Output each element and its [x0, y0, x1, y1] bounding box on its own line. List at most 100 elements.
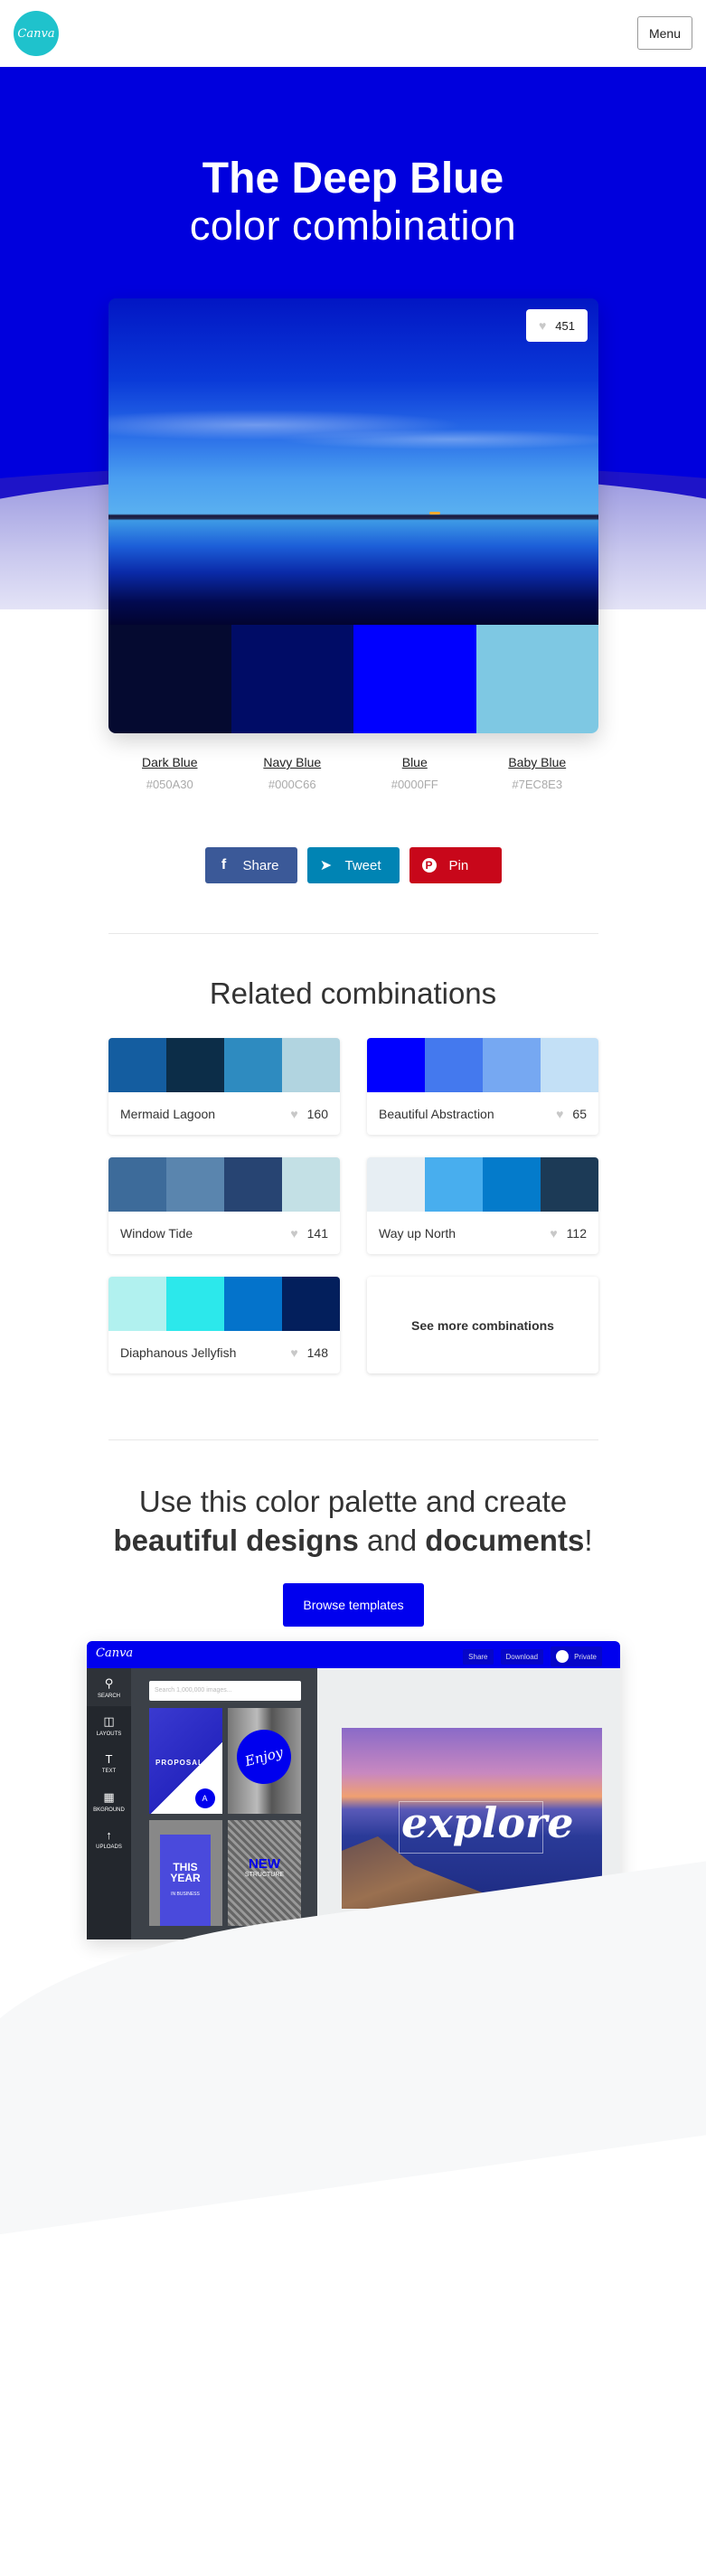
template-subtext: STRUCTURE [244, 1872, 285, 1878]
combo-color-bar [425, 1038, 483, 1092]
swatch-labels: Dark Blue #050A30 Navy Blue #000C66 Blue… [108, 755, 598, 791]
twitter-tweet-button[interactable]: ➤ Tweet [306, 847, 400, 883]
menu-button[interactable]: Menu [637, 16, 692, 50]
tool-label: TEXT [101, 1769, 117, 1774]
template-thumb: NEW STRUCTURE [228, 1820, 301, 1926]
combo-color-bar [282, 1157, 340, 1212]
template-text: NEW [249, 1856, 280, 1872]
section-divider [108, 933, 598, 934]
tool-label: UPLOADS [96, 1845, 122, 1850]
editor-search-field: Search 1,000,000 images... [149, 1681, 301, 1701]
combo-colors [367, 1038, 598, 1092]
swatch-label: Dark Blue #050A30 [108, 755, 231, 791]
combo-likes: 65 [572, 1106, 587, 1121]
see-more-combinations-button[interactable]: See more combinations [367, 1277, 598, 1373]
combo-color-bar [282, 1277, 340, 1331]
cta-bold-documents: documents [425, 1524, 585, 1557]
browse-templates-button[interactable]: Browse templates [283, 1583, 424, 1627]
combo-color-bar [108, 1157, 166, 1212]
combo-colors [367, 1157, 598, 1212]
editor-download-button: Download [500, 1648, 544, 1665]
swatch-hex: #7EC8E3 [512, 778, 563, 791]
like-count: 451 [555, 318, 575, 333]
related-combo-card[interactable]: Mermaid Lagoon ♥ 160 [108, 1038, 340, 1135]
template-thumb: THIS YEAR IN BUSINESS [149, 1820, 222, 1926]
background-icon: ▦ [103, 1789, 115, 1804]
editor-topbar: Canva Share Download Private [87, 1641, 620, 1668]
template-text: Enjoy [231, 1723, 297, 1790]
tool-label: SEARCH [97, 1693, 120, 1699]
combo-color-bar [483, 1038, 541, 1092]
swatch-hex: #0000FF [391, 778, 438, 791]
combo-colors [108, 1277, 340, 1331]
swatch-label: Blue #0000FF [353, 755, 476, 791]
combo-name: Mermaid Lagoon [120, 1106, 216, 1121]
tool-search: ⚲ SEARCH [87, 1668, 131, 1706]
swatch[interactable] [353, 625, 476, 733]
heart-icon: ♥ [290, 1106, 298, 1121]
swatch-name-link[interactable]: Baby Blue [476, 755, 599, 769]
editor-actions: Share Download Private [463, 1647, 602, 1666]
tool-label: BKGROUND [93, 1807, 125, 1813]
combo-color-bar [367, 1157, 425, 1212]
page-subtitle: color combination [189, 203, 517, 250]
template-subtext: IN BUSINESS [171, 1892, 200, 1897]
palette-card: ♥ 451 [108, 298, 598, 733]
heart-icon: ♥ [556, 1106, 564, 1121]
section-divider [108, 1439, 598, 1440]
swatch-name-link[interactable]: Blue [353, 755, 476, 769]
swatch[interactable] [475, 625, 598, 733]
cta-line-2: beautiful designs and documents! [0, 1521, 706, 1561]
template-thumb: Enjoy [228, 1708, 301, 1814]
combo-name: Window Tide [120, 1225, 193, 1241]
combo-color-bar [282, 1038, 340, 1092]
upload-icon: ↑ [106, 1828, 112, 1842]
combo-color-bar [367, 1038, 425, 1092]
pinterest-icon: P [421, 858, 437, 873]
cta-and: and [367, 1524, 418, 1557]
swatch-hex: #050A30 [146, 778, 193, 791]
related-combo-card[interactable]: Way up North ♥ 112 [367, 1157, 598, 1254]
text-icon: T [105, 1752, 113, 1766]
avatar-icon [556, 1650, 570, 1663]
combo-name: Diaphanous Jellyfish [120, 1345, 237, 1360]
editor-panel: Search 1,000,000 images... PROPOSAL A Enj… [131, 1668, 317, 1939]
combo-color-bar [541, 1157, 598, 1212]
combo-color-bar [224, 1157, 282, 1212]
tool-layouts: ◫ LAYOUTS [87, 1706, 131, 1744]
combo-likes: 148 [306, 1345, 328, 1360]
template-text: PROPOSAL [155, 1759, 203, 1767]
canvas-text: explore [401, 1798, 574, 1847]
cta-bold-designs: beautiful designs [113, 1524, 359, 1557]
swatch[interactable] [108, 625, 231, 733]
logo-text: Canva [17, 26, 55, 41]
swatch-name-link[interactable]: Navy Blue [231, 755, 354, 769]
tool-text: T TEXT [87, 1744, 131, 1782]
top-bar: Canva Menu [0, 0, 706, 67]
swatch-name-link[interactable]: Dark Blue [108, 755, 231, 769]
swatch[interactable] [231, 625, 353, 733]
facebook-icon: f [221, 857, 227, 873]
combo-likes: 112 [566, 1225, 587, 1241]
twitter-icon: ➤ [319, 858, 333, 873]
template-badge: A [195, 1788, 215, 1808]
combo-color-bar [224, 1038, 282, 1092]
combo-color-bar [166, 1157, 224, 1212]
like-button[interactable]: ♥ 451 [526, 309, 588, 342]
search-icon: ⚲ [104, 1675, 114, 1690]
tweet-label: Tweet [344, 857, 381, 873]
facebook-share-button[interactable]: f Share [204, 847, 297, 883]
combo-color-bar [541, 1038, 598, 1092]
related-combo-card[interactable]: Diaphanous Jellyfish ♥ 148 [108, 1277, 340, 1373]
related-combo-card[interactable]: Beautiful Abstraction ♥ 65 [367, 1038, 598, 1135]
tool-label: LAYOUTS [96, 1731, 122, 1737]
combo-colors [108, 1038, 340, 1092]
swatch-label: Baby Blue #7EC8E3 [476, 755, 599, 791]
heart-icon: ♥ [290, 1225, 298, 1241]
pinterest-pin-button[interactable]: P Pin [409, 847, 502, 883]
hero-heading: The Deep Blue color combination [0, 154, 706, 249]
related-combo-card[interactable]: Window Tide ♥ 141 [108, 1157, 340, 1254]
combo-likes: 141 [306, 1225, 328, 1241]
canva-logo[interactable]: Canva [14, 11, 59, 56]
combo-color-bar [108, 1038, 166, 1092]
